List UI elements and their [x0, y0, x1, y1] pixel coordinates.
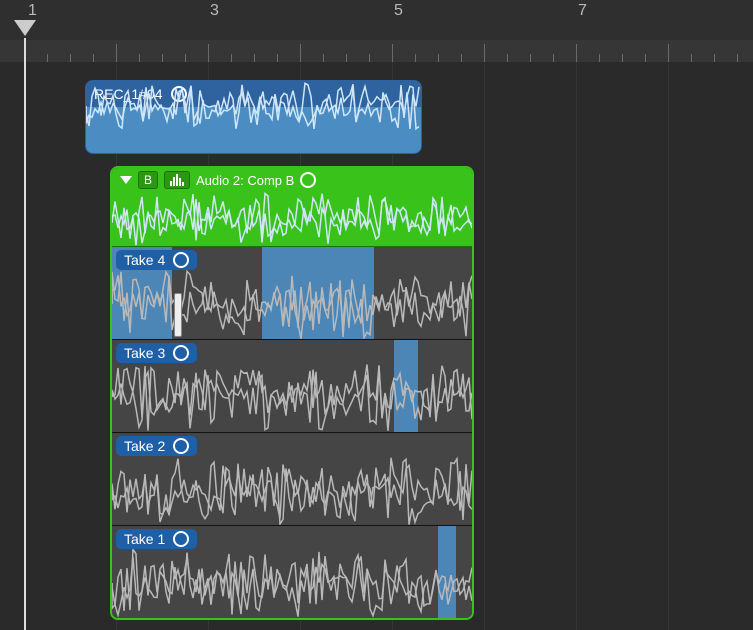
comp-preview-row[interactable] [112, 192, 472, 247]
loop-icon [173, 531, 189, 547]
ruler-number: 1 [28, 2, 37, 20]
take-name: Take 4 [124, 252, 165, 268]
waveform [112, 269, 472, 339]
take-folder-header[interactable]: B Audio 2: Comp B [112, 168, 472, 192]
take-label: Take 4 [116, 250, 197, 270]
take-folder-title: Audio 2: Comp B [196, 173, 294, 188]
loop-icon [173, 438, 189, 454]
waveform [112, 362, 472, 432]
tracks-area[interactable]: 1357 REC_1#04 B Audio 2: Comp B Take 4Ta… [0, 0, 753, 630]
waveform [86, 81, 421, 131]
waveform [112, 192, 472, 246]
take-folder[interactable]: B Audio 2: Comp B Take 4Take 3Take 2Take… [110, 166, 474, 620]
ruler-number: 7 [578, 2, 587, 20]
take-row[interactable]: Take 3 [112, 340, 472, 433]
take-name: Take 2 [124, 438, 165, 454]
loop-icon [300, 172, 316, 188]
waveform [112, 455, 472, 525]
take-row[interactable]: Take 4 [112, 247, 472, 340]
quick-swipe-icon[interactable] [164, 171, 190, 189]
take-label: Take 2 [116, 436, 197, 456]
take-list: Take 4 Take 3 Take 2 Take 1 [112, 247, 472, 618]
ruler-number: 5 [394, 2, 403, 20]
take-label: Take 1 [116, 529, 197, 549]
waveform [112, 548, 472, 618]
comp-letter-badge[interactable]: B [138, 171, 158, 189]
disclosure-triangle-icon[interactable] [120, 176, 132, 184]
take-name: Take 3 [124, 345, 165, 361]
loop-icon [173, 345, 189, 361]
take-label: Take 3 [116, 343, 197, 363]
audio-region-rec[interactable]: REC_1#04 [85, 80, 422, 154]
ruler-number: 3 [210, 2, 219, 20]
timeline-ruler[interactable]: 1 3 5 7 [0, 0, 753, 40]
loop-icon [173, 252, 189, 268]
playhead[interactable] [24, 38, 26, 630]
take-name: Take 1 [124, 531, 165, 547]
take-row[interactable]: Take 1 [112, 526, 472, 618]
ruler-ticks [0, 40, 753, 62]
take-row[interactable]: Take 2 [112, 433, 472, 526]
comp-edit-handle[interactable] [174, 293, 182, 337]
